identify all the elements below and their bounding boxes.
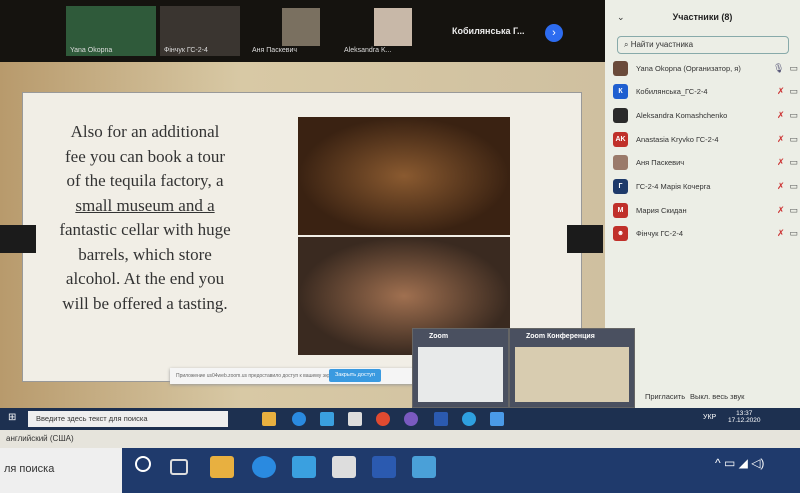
slide-nav-right[interactable] (567, 225, 603, 253)
participant-name: Мария Скидан (636, 205, 687, 215)
photos-icon[interactable] (412, 456, 436, 478)
camera-icon[interactable]: ▭ (789, 205, 798, 216)
stop-sharing-button[interactable]: Закрыть доступ (329, 369, 381, 382)
participant-row[interactable]: Yana Okopna (Организатор, я) 🎙 ▭ (613, 57, 798, 79)
camera-icon[interactable]: ▭ (789, 134, 798, 145)
participant-row[interactable]: Аня Паскевич ✗ ▭ (613, 152, 798, 174)
telegram-icon[interactable] (462, 412, 476, 426)
muted-microphone-icon[interactable]: ✗ (777, 205, 785, 216)
participant-search-input[interactable]: ⌕ Найти участника (617, 36, 789, 54)
inner-taskbar: ⊞ Введите здесь текст для поиска УКР 13:… (0, 408, 800, 430)
edge-icon[interactable] (292, 412, 306, 426)
avatar (613, 155, 628, 171)
slide-text: Also for an additional fee you can book a… (59, 122, 231, 313)
participant-name: Аня Паскевич (636, 158, 685, 168)
avatar: AK (613, 131, 628, 147)
language-indicator[interactable]: УКР (703, 414, 716, 421)
file-explorer-icon[interactable] (262, 412, 276, 426)
search-icon: ⌕ (624, 40, 631, 49)
avatar (613, 60, 628, 76)
camera-icon[interactable]: ▭ (789, 63, 798, 74)
chrome-icon[interactable] (376, 412, 390, 426)
participant-name: Anastasia Kryvko ГС-2-4 (636, 134, 719, 144)
camera-icon[interactable]: ▭ (789, 157, 798, 168)
muted-microphone-icon[interactable]: ✗ (777, 134, 785, 145)
avatar: Г (613, 179, 628, 194)
avatar: ☻ (613, 226, 628, 242)
participant-name: Фінчук ГС-2-4 (636, 229, 684, 239)
language-status[interactable]: английский (США) (6, 434, 74, 443)
participant-row[interactable]: Aleksandra Komashchenko ✗ ▭ (613, 104, 798, 126)
participant-row[interactable]: М Мария Скидан ✗ ▭ (613, 199, 798, 221)
store-icon[interactable] (332, 456, 356, 478)
store-icon[interactable] (348, 412, 362, 426)
video-tile[interactable]: Aleksandra K... (340, 6, 440, 56)
video-tile[interactable]: Аня Паскевич (248, 6, 328, 56)
avatar: М (613, 202, 628, 218)
video-tile[interactable]: Фінчук ГС-2-4 (160, 6, 240, 56)
muted-microphone-icon[interactable]: ✗ (777, 86, 785, 97)
participant-name: Yana Okopna (Организатор, я) (636, 63, 741, 73)
mail-icon[interactable] (320, 412, 334, 426)
muted-microphone-icon[interactable]: ✗ (777, 157, 785, 168)
mail-icon[interactable] (292, 456, 316, 478)
system-tray-icons[interactable]: ^ ▭ ◢ ◁) (715, 456, 764, 470)
mute-all-button[interactable]: Выкл. весь звук (690, 392, 744, 401)
muted-microphone-icon[interactable]: ✗ (777, 110, 785, 121)
camera-icon[interactable]: ▭ (789, 181, 798, 192)
participant-row[interactable]: Г ГС-2-4 Марія Кочерга ✗ ▭ (613, 176, 798, 198)
outer-search-input[interactable]: ля поиска (0, 448, 122, 493)
cellar-photo (298, 117, 510, 235)
video-tile[interactable]: Yana Okopna (66, 6, 156, 56)
clock[interactable]: 13:37 17.12.2020 (728, 410, 761, 424)
camera-icon[interactable]: ▭ (789, 110, 798, 121)
slide-nav-left[interactable] (0, 225, 36, 253)
zoom-icon[interactable] (490, 412, 504, 426)
zoom-meeting-preview[interactable]: Zoom Конференция (509, 328, 635, 408)
video-overflow-name: Кобилянська Г... (452, 26, 525, 36)
invite-button[interactable]: Пригласить (645, 392, 685, 401)
avatar (613, 107, 628, 123)
camera-icon[interactable]: ▭ (789, 228, 798, 239)
microphone-icon[interactable]: 🎙 (773, 63, 784, 74)
avatar: К (613, 84, 628, 100)
next-videos-button[interactable]: › (545, 24, 563, 42)
word-icon[interactable] (372, 456, 396, 478)
participant-row[interactable]: ☻ Фінчук ГС-2-4 ✗ ▭ (613, 223, 798, 245)
word-icon[interactable] (434, 412, 448, 426)
muted-microphone-icon[interactable]: ✗ (777, 228, 785, 239)
participant-name: Aleksandra Komashchenko (636, 110, 728, 120)
participant-name: ГС-2-4 Марія Кочерга (636, 182, 711, 191)
participants-title: Участники (8) (672, 12, 733, 22)
zoom-window-preview[interactable]: Zoom (412, 328, 509, 408)
file-explorer-icon[interactable] (210, 456, 234, 478)
edge-icon[interactable] (252, 456, 276, 478)
task-view-icon[interactable] (170, 459, 188, 475)
camera-icon[interactable]: ▭ (789, 86, 798, 97)
participant-row[interactable]: К Кобилянська_ГС-2-4 ✗ ▭ (613, 81, 798, 103)
cortana-icon[interactable] (135, 456, 151, 472)
word-status-bar: английский (США) (0, 430, 800, 448)
windows-start-icon[interactable]: ⊞ (8, 412, 16, 423)
viber-icon[interactable] (404, 412, 418, 426)
participant-name: Кобилянська_ГС-2-4 (636, 87, 708, 97)
outer-taskbar: ля поиска (0, 448, 800, 493)
muted-microphone-icon[interactable]: ✗ (777, 181, 785, 192)
taskbar-search-input[interactable]: Введите здесь текст для поиска (28, 411, 228, 427)
participant-row[interactable]: AK Anastasia Kryvko ГС-2-4 ✗ ▭ (613, 128, 798, 150)
